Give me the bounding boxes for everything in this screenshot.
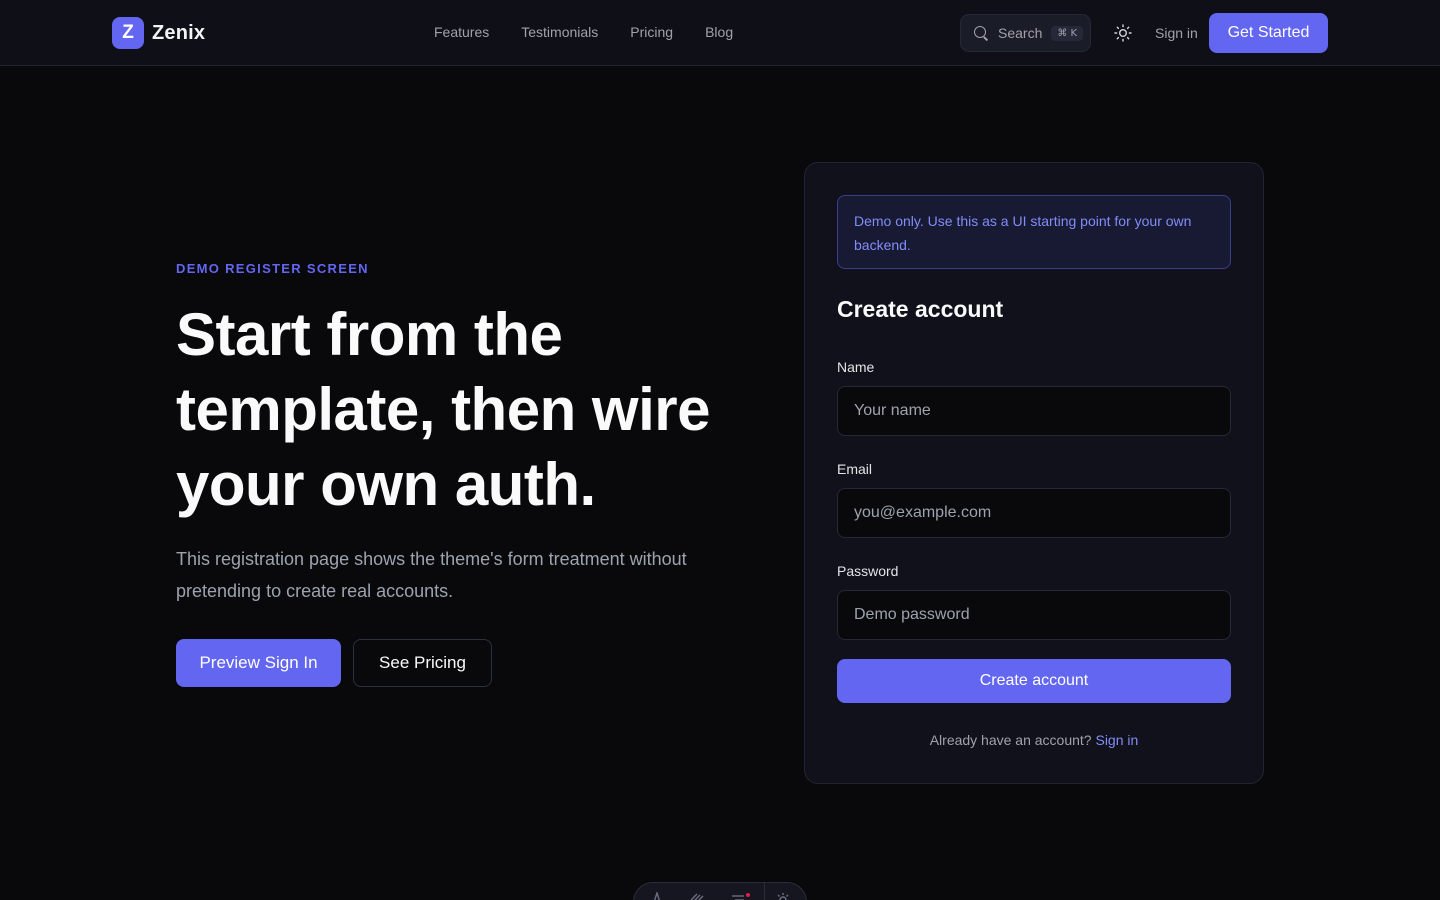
header-sign-in-link[interactable]: Sign in — [1155, 25, 1198, 41]
nav-link-testimonials[interactable]: Testimonials — [521, 24, 598, 40]
preview-sign-in-button[interactable]: Preview Sign In — [176, 639, 341, 687]
toolbar-tool-icon-3[interactable] — [731, 892, 751, 900]
main-nav: Features Testimonials Pricing Blog — [434, 24, 765, 40]
signin-prompt-text: Already have an account? — [929, 732, 1092, 748]
search-button[interactable]: Search ⌘ K — [960, 14, 1091, 52]
signin-prompt: Already have an account? Sign in — [805, 732, 1263, 748]
name-input[interactable]: Your name — [837, 386, 1231, 436]
email-label: Email — [837, 461, 873, 477]
sun-icon — [1114, 24, 1132, 42]
nav-link-blog[interactable]: Blog — [705, 24, 733, 40]
signin-prompt-link[interactable]: Sign in — [1095, 732, 1138, 748]
register-card: Demo only. Use this as a UI starting poi… — [804, 162, 1264, 784]
logo-mark: Z — [112, 17, 144, 49]
dev-toolbar — [633, 882, 807, 900]
name-label: Name — [837, 359, 875, 375]
card-title: Create account — [837, 296, 1004, 322]
hero-description: This registration page shows the theme's… — [176, 549, 687, 601]
toolbar-tool-icon-2[interactable] — [689, 892, 705, 900]
password-input[interactable]: Demo password — [837, 590, 1231, 640]
nav-link-pricing[interactable]: Pricing — [630, 24, 673, 40]
search-icon — [973, 25, 989, 41]
brand-logo[interactable]: Z Zenix — [112, 17, 205, 49]
toolbar-separator — [764, 883, 765, 900]
theme-toggle-button[interactable] — [1110, 20, 1136, 46]
top-navbar: Z Zenix Features Testimonials Pricing Bl… — [0, 0, 1440, 66]
get-started-button[interactable]: Get Started — [1209, 13, 1328, 53]
nav-link-features[interactable]: Features — [434, 24, 489, 40]
search-label: Search — [998, 25, 1043, 41]
settings-icon[interactable] — [775, 892, 791, 900]
email-input[interactable]: you@example.com — [837, 488, 1231, 538]
hero-title: Start from the template, then wire your … — [176, 301, 710, 518]
hero-eyebrow: DEMO REGISTER SCREEN — [176, 261, 369, 276]
see-pricing-button[interactable]: See Pricing — [353, 639, 492, 687]
toolbar-tool-icon-1[interactable] — [650, 892, 664, 900]
demo-notice: Demo only. Use this as a UI starting poi… — [837, 195, 1231, 269]
brand-name: Zenix — [152, 21, 206, 44]
create-account-button[interactable]: Create account — [837, 659, 1231, 703]
password-label: Password — [837, 563, 899, 579]
search-shortcut: ⌘ K — [1051, 25, 1084, 41]
